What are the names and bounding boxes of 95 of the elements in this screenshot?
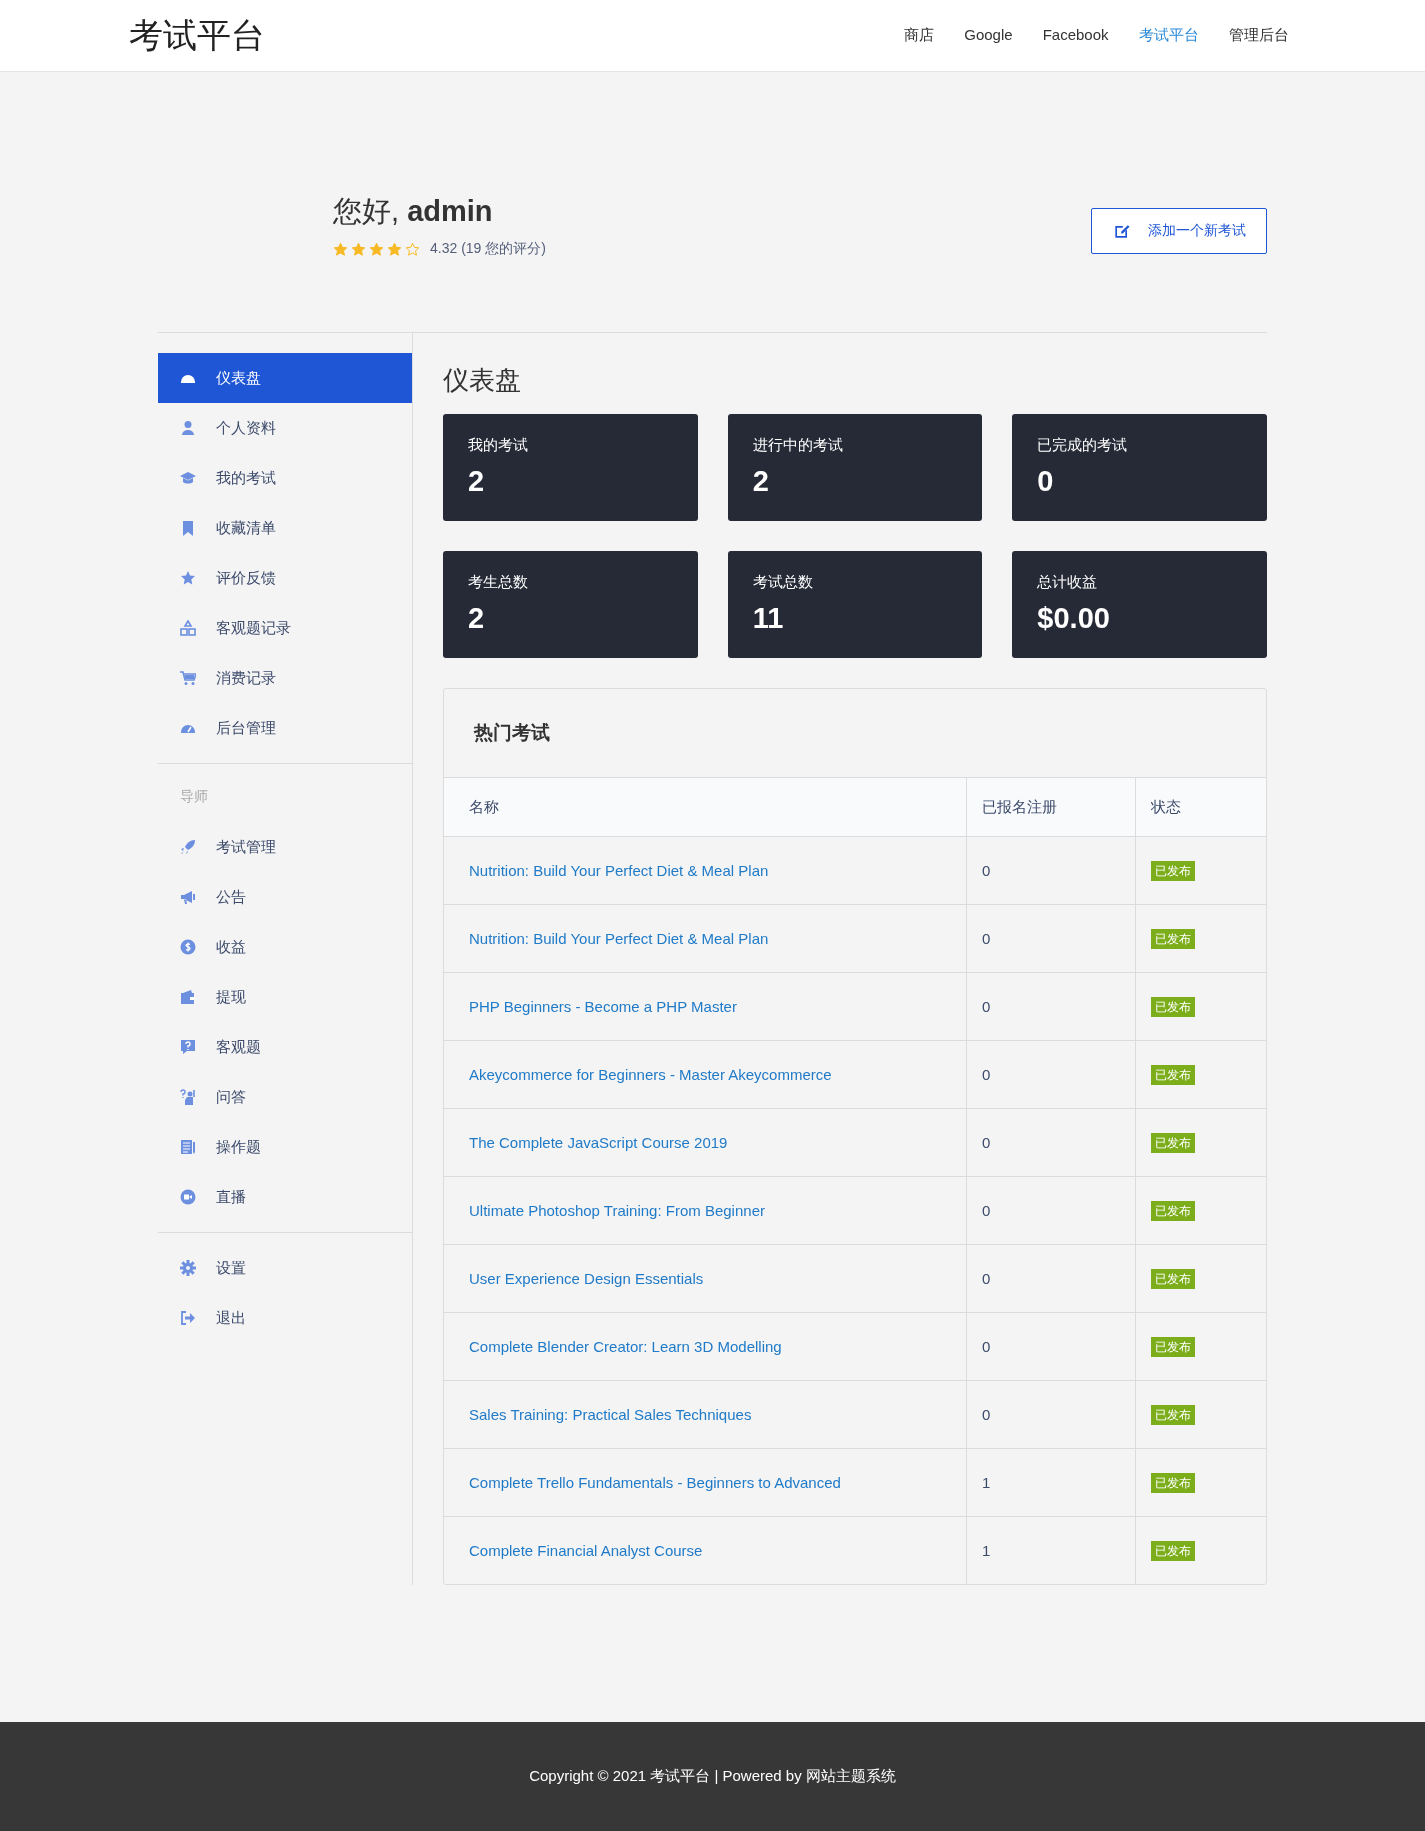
page-title: 仪表盘: [443, 364, 522, 397]
sidebar-item[interactable]: 个人资料: [158, 403, 412, 453]
stat-value: 2: [752, 465, 770, 498]
exam-link[interactable]: Complete Financial Analyst Course: [469, 1542, 703, 1559]
column-header: 名称: [444, 777, 967, 837]
exam-link[interactable]: Nutrition: Build Your Perfect Diet & Meal Plan: [469, 862, 769, 879]
site-logo[interactable]: 考试平台: [128, 12, 265, 59]
sidebar-item[interactable]: 我的考试: [158, 453, 412, 503]
stat-label: 已完成的考试: [1037, 436, 1129, 455]
rating-text: 4.32 (19 您的评分): [430, 240, 546, 258]
wallet-icon: [180, 989, 196, 1005]
exam-link[interactable]: The Complete JavaScript Course 2019: [469, 1134, 728, 1151]
stat-value: 11: [752, 602, 785, 635]
exam-link[interactable]: Nutrition: Build Your Perfect Diet & Meal Plan: [469, 930, 769, 947]
star-icon: [180, 570, 196, 586]
sidebar-item[interactable]: 后台管理: [158, 703, 412, 753]
sidebar-item[interactable]: 公告: [158, 872, 412, 922]
cart-icon: [180, 670, 196, 686]
status-badge: 已发布: [1151, 1133, 1195, 1153]
status-badge: 已发布: [1151, 1405, 1195, 1425]
exam-link[interactable]: PHP Beginners - Become a PHP Master: [469, 998, 737, 1015]
nav-link[interactable]: 商店: [904, 26, 935, 45]
sidebar-item[interactable]: 考试管理: [158, 822, 412, 872]
exam-link[interactable]: Complete Blender Creator: Learn 3D Modelling: [469, 1338, 782, 1355]
shapes-icon: [180, 620, 196, 636]
user-icon: [180, 420, 196, 436]
column-header: 已报名注册: [966, 777, 1136, 837]
sidebar-item[interactable]: 收藏清单: [158, 503, 412, 553]
sidebar-item[interactable]: 设置: [158, 1243, 412, 1293]
megaphone-icon: [180, 889, 196, 905]
stat-value: 2: [468, 602, 486, 635]
stat-label: 进行中的考试: [752, 436, 844, 455]
status-badge: 已发布: [1151, 929, 1195, 949]
graduation-cap-icon: [180, 470, 196, 486]
gear-icon: [180, 1260, 196, 1276]
checklist-icon: [180, 1139, 196, 1155]
sidebar-item[interactable]: 客观题: [158, 1022, 412, 1072]
footer-text: Copyright © 2021 考试平台 | Powered by 网站主题系统: [529, 1767, 896, 1786]
question-icon: [180, 1039, 196, 1055]
exam-link[interactable]: Akeycommerce for Beginners - Master Akeycommerce: [469, 1066, 832, 1083]
sidebar-item[interactable]: 消费记录: [158, 653, 412, 703]
stat-value: 0: [1037, 465, 1055, 498]
table-cell: 1: [966, 1516, 1136, 1584]
table-cell: 0: [966, 1380, 1136, 1449]
table-cell: 0: [966, 1108, 1136, 1177]
stat-value: $0.00: [1037, 602, 1111, 635]
table-cell: 0: [966, 1312, 1136, 1381]
nav-link[interactable]: Google: [964, 26, 1013, 45]
exam-link[interactable]: User Experience Design Essentials: [469, 1270, 704, 1287]
table-cell: 0: [966, 1176, 1136, 1245]
dollar-icon: [180, 939, 196, 955]
stat-label: 总计收益: [1037, 573, 1099, 592]
status-badge: 已发布: [1151, 861, 1195, 881]
exam-link[interactable]: Ultimate Photoshop Training: From Beginner: [469, 1202, 765, 1219]
exam-link[interactable]: Sales Training: Practical Sales Techniques: [469, 1406, 752, 1423]
table-cell: 0: [966, 972, 1136, 1041]
stat-label: 考试总数: [752, 573, 814, 592]
person-question-icon: [180, 1089, 196, 1105]
sidebar-item[interactable]: 问答: [158, 1072, 412, 1122]
nav-link[interactable]: 考试平台: [1138, 26, 1199, 45]
status-badge: 已发布: [1151, 997, 1195, 1017]
status-badge: 已发布: [1151, 1337, 1195, 1357]
sidebar-item[interactable]: 直播: [158, 1172, 412, 1222]
greeting: 您好, admin: [333, 194, 494, 229]
sidebar-item[interactable]: 仪表盘: [158, 353, 412, 403]
nav-link[interactable]: 管理后台: [1228, 26, 1289, 45]
status-badge: 已发布: [1151, 1473, 1195, 1493]
stat-label: 我的考试: [468, 436, 529, 455]
status-badge: 已发布: [1151, 1269, 1195, 1289]
nav-link[interactable]: Facebook: [1042, 26, 1109, 45]
exam-link[interactable]: Complete Trello Fundamentals - Beginners to Advanced: [469, 1474, 841, 1491]
sidebar-item[interactable]: 提现: [158, 972, 412, 1022]
status-badge: 已发布: [1151, 1065, 1195, 1085]
bookmark-icon: [180, 520, 196, 536]
sign-out-icon: [180, 1310, 196, 1326]
table-cell: 0: [966, 1040, 1136, 1109]
sidebar-item[interactable]: 操作题: [158, 1122, 412, 1172]
stat-label: 考生总数: [468, 573, 529, 592]
table-cell: 1: [966, 1448, 1136, 1517]
table-cell: 0: [966, 1244, 1136, 1313]
status-badge: 已发布: [1151, 1541, 1195, 1561]
status-badge: 已发布: [1151, 1201, 1195, 1221]
sidebar-item[interactable]: 客观题记录: [158, 603, 412, 653]
card-title: 热门考试: [474, 721, 550, 745]
stat-value: 2: [468, 465, 486, 498]
sidebar-item[interactable]: 评价反馈: [158, 553, 412, 603]
section-heading: 导师: [179, 787, 209, 806]
sidebar-item[interactable]: 收益: [158, 922, 412, 972]
add-exam-button[interactable]: 添加一个新考试: [1091, 208, 1267, 254]
sidebar-item[interactable]: 退出: [158, 1293, 412, 1343]
column-header: 状态: [1135, 777, 1266, 837]
video-icon: [180, 1189, 196, 1205]
table-cell: 0: [966, 836, 1136, 905]
rocket-icon: [180, 839, 196, 855]
table-cell: 0: [966, 904, 1136, 973]
